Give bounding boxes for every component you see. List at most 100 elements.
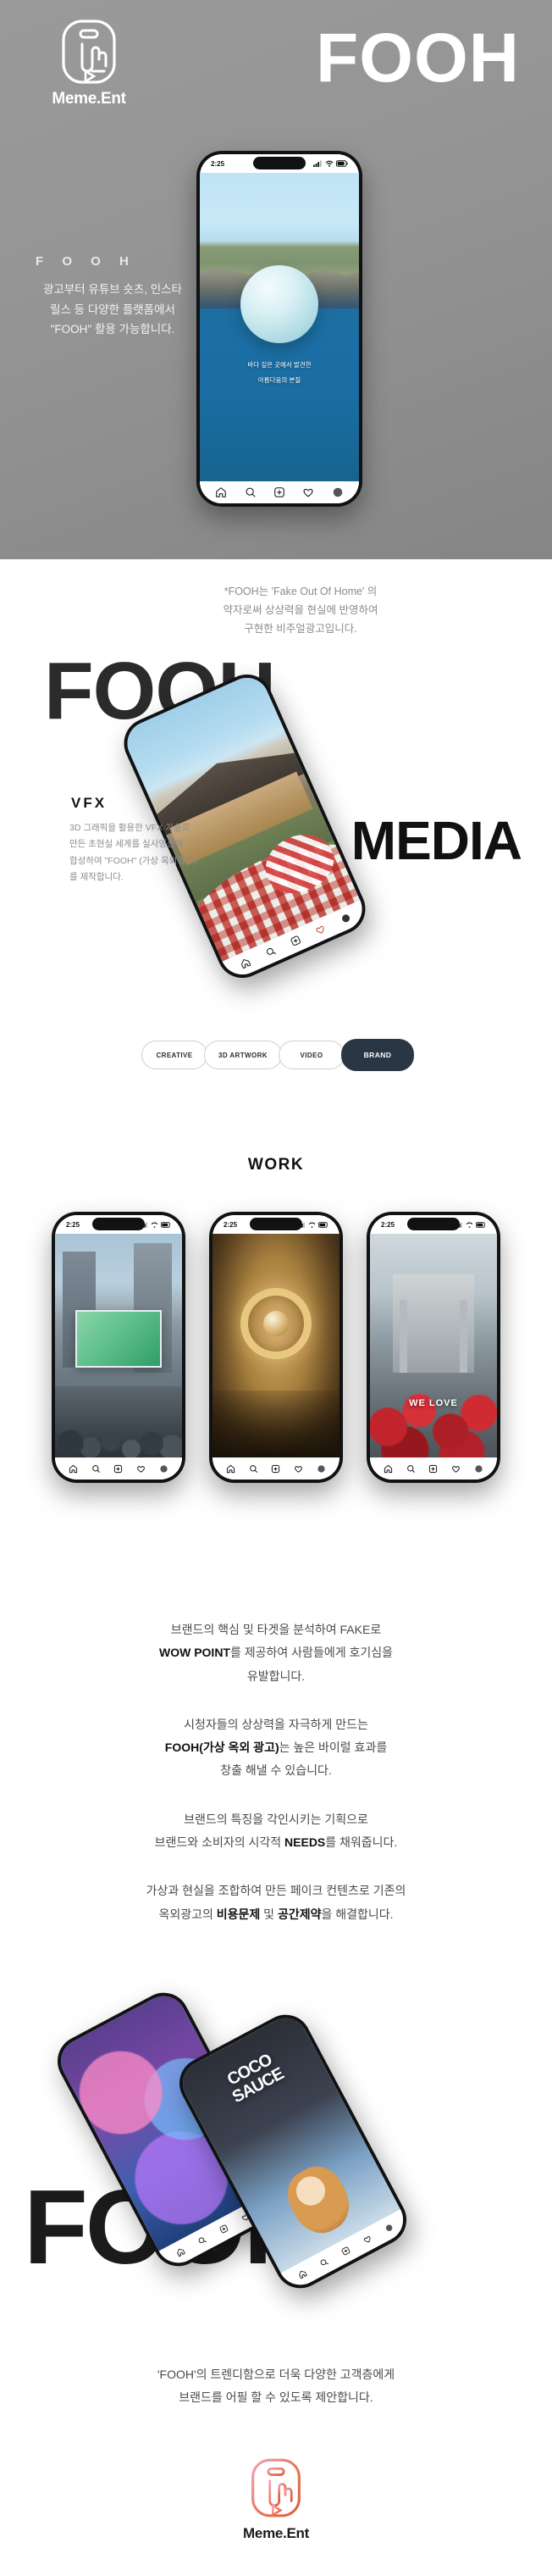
work-screen-3: WE LOVE: [370, 1234, 497, 1457]
profile-avatar-icon[interactable]: [332, 486, 344, 498]
vfx-label: VFX: [71, 795, 108, 811]
wifi-icon: [151, 1222, 158, 1228]
add-post-icon[interactable]: [273, 486, 285, 498]
heart-icon[interactable]: [314, 923, 328, 936]
dark-drape: [213, 1390, 339, 1457]
closing-section: 'FOOH'의 트렌디함으로 더욱 다양한 고객층에게 브랜드를 어필 할 수 …: [0, 2340, 552, 2576]
phone-statusbar: 2:25: [55, 1215, 182, 1234]
home-icon[interactable]: [69, 1464, 78, 1474]
battery-icon: [476, 1221, 485, 1228]
fake-billboard: [75, 1309, 162, 1368]
wifi-icon: [466, 1222, 473, 1228]
hero-phone-mockup: 2:25 바다 깊은 곳에서 발견한 아름다움의 본질: [196, 151, 362, 507]
footer: Meme.Ent: [0, 2409, 552, 2576]
hero-section: Meme.Ent FOOH F O O H 광고부터 유튜브 숏츠, 인스타 릴…: [0, 0, 552, 559]
work-title: WORK: [247, 1156, 305, 1174]
closing-text: 'FOOH'의 트렌디함으로 더욱 다양한 고객층에게 브랜드를 어필 할 수 …: [157, 2367, 395, 2405]
footer-brand-name: Meme.Ent: [243, 2524, 309, 2541]
status-clock: 2:25: [224, 1220, 238, 1229]
brand-logo[interactable]: Meme.Ent: [34, 19, 144, 108]
home-icon[interactable]: [297, 2268, 309, 2280]
copy-paragraph-4: 가상과 현실을 조합하여 만든 페이크 컨텐츠로 기존의 옥외광고의 비용문제 및…: [146, 1884, 406, 1921]
add-post-icon[interactable]: [289, 934, 302, 947]
brand-name: Meme.Ent: [52, 90, 126, 108]
work-phone-1[interactable]: 2:25: [52, 1212, 185, 1483]
search-icon[interactable]: [264, 945, 278, 958]
add-post-icon[interactable]: [340, 2246, 352, 2257]
heart-icon[interactable]: [362, 2234, 373, 2246]
phone-notch: [92, 1218, 145, 1230]
search-icon[interactable]: [318, 2257, 330, 2268]
media-word-media: MEDIA: [351, 810, 522, 871]
cellular-signal-icon: [313, 160, 322, 167]
heart-icon[interactable]: [294, 1464, 303, 1474]
copy-paragraph-1: 브랜드의 핵심 및 타겟을 분석하여 FAKE로 WOW POINT를 제공하여 …: [159, 1623, 393, 1683]
heart-icon[interactable]: [136, 1464, 146, 1474]
battery-icon: [318, 1221, 328, 1228]
add-post-icon[interactable]: [428, 1464, 438, 1474]
home-icon[interactable]: [239, 957, 252, 970]
giant-sphere-object: [240, 265, 318, 344]
hero-title: FOOH: [316, 19, 520, 97]
hero-phone-screen: 바다 깊은 곳에서 발견한 아름다움의 본질: [200, 173, 359, 481]
profile-avatar-icon[interactable]: [384, 2223, 395, 2235]
search-icon[interactable]: [249, 1464, 258, 1474]
copy-section: 브랜드의 핵심 및 타겟을 분석하여 FAKE로 WOW POINT를 제공하여 …: [0, 1593, 552, 1968]
search-icon[interactable]: [196, 2235, 208, 2246]
add-post-icon[interactable]: [218, 2223, 230, 2235]
profile-avatar-icon[interactable]: [159, 1464, 168, 1474]
phone-statusbar: 2:25: [370, 1215, 497, 1234]
wifi-icon: [308, 1222, 316, 1228]
search-icon[interactable]: [406, 1464, 416, 1474]
add-post-icon[interactable]: [271, 1464, 280, 1474]
copy-paragraph-3: 브랜드의 특징을 각인시키는 기획으로 브랜드와 소비자의 시각적 NEEDS를 …: [154, 1812, 398, 1850]
caption-line-1: 바다 깊은 곳에서 발견한: [247, 361, 312, 369]
wifi-icon: [325, 160, 334, 167]
phone-notch: [250, 1218, 302, 1230]
home-icon[interactable]: [384, 1464, 393, 1474]
hero-description: 광고부터 유튜브 숏츠, 인스타 릴스 등 다양한 플랫폼에서 "FOOH" 활…: [42, 283, 183, 336]
hand-tap-in-phone-icon: [251, 2458, 301, 2517]
add-post-icon[interactable]: [113, 1464, 123, 1474]
phone-statusbar: 2:25: [213, 1215, 339, 1234]
status-clock: 2:25: [66, 1220, 80, 1229]
hand-tap-in-phone-icon: [62, 19, 116, 84]
work-screen-1: [55, 1234, 182, 1457]
status-clock: 2:25: [381, 1220, 395, 1229]
home-icon[interactable]: [226, 1464, 235, 1474]
instagram-navbar: [55, 1457, 182, 1480]
instagram-navbar: [213, 1457, 339, 1480]
city-scene: [55, 1234, 182, 1457]
heart-icon[interactable]: [302, 486, 314, 498]
profile-avatar-icon[interactable]: [339, 912, 352, 925]
copy-paragraph-2: 시청자들의 상상력을 자극하게 만드는 FOOH(가상 옥외 광고)는 높은 바이…: [164, 1717, 388, 1778]
category-pill-group: CREATIVE 3D ARTWORK VIDEO BRAND: [141, 1039, 414, 1071]
gem-object: [263, 1310, 289, 1336]
search-icon[interactable]: [91, 1464, 101, 1474]
vfx-description: 3D 그래픽을 활용한 VFX 기술로 만든 초현실 세계를 실사영상에 합성하…: [69, 823, 197, 883]
battery-icon: [336, 160, 348, 167]
pill-brand[interactable]: BRAND: [341, 1039, 414, 1071]
pill-3d-artwork[interactable]: 3D ARTWORK: [204, 1041, 282, 1069]
pill-creative[interactable]: CREATIVE: [141, 1041, 207, 1069]
home-icon[interactable]: [215, 486, 227, 498]
gate-flowers-scene: WE LOVE: [370, 1234, 497, 1457]
work-phone-2[interactable]: 2:25: [209, 1212, 343, 1483]
status-clock: 2:25: [211, 159, 225, 168]
caption-line-2: 아름다움의 본질: [257, 375, 301, 384]
heart-icon[interactable]: [451, 1464, 461, 1474]
hero-sub-word: F O O H: [36, 254, 136, 269]
welove-overlay-text: WE LOVE: [409, 1397, 458, 1408]
search-icon[interactable]: [245, 486, 257, 498]
profile-avatar-icon[interactable]: [474, 1464, 483, 1474]
big-fooh-section: COCO SAUCE FOOH: [0, 1968, 552, 2341]
pill-video[interactable]: VIDEO: [279, 1041, 345, 1069]
fooh-definition-note: *FOOH는 'Fake Out Of Home' 의 약자로써 상상력을 현실…: [223, 586, 378, 635]
work-phone-3[interactable]: 2:25 WE LOVE: [367, 1212, 500, 1483]
street-crowd: [55, 1385, 182, 1457]
phone-statusbar: 2:25: [200, 154, 359, 173]
profile-avatar-icon[interactable]: [317, 1464, 326, 1474]
home-icon[interactable]: [175, 2246, 187, 2258]
work-screen-2: [213, 1234, 339, 1457]
instagram-navbar: [370, 1457, 497, 1480]
